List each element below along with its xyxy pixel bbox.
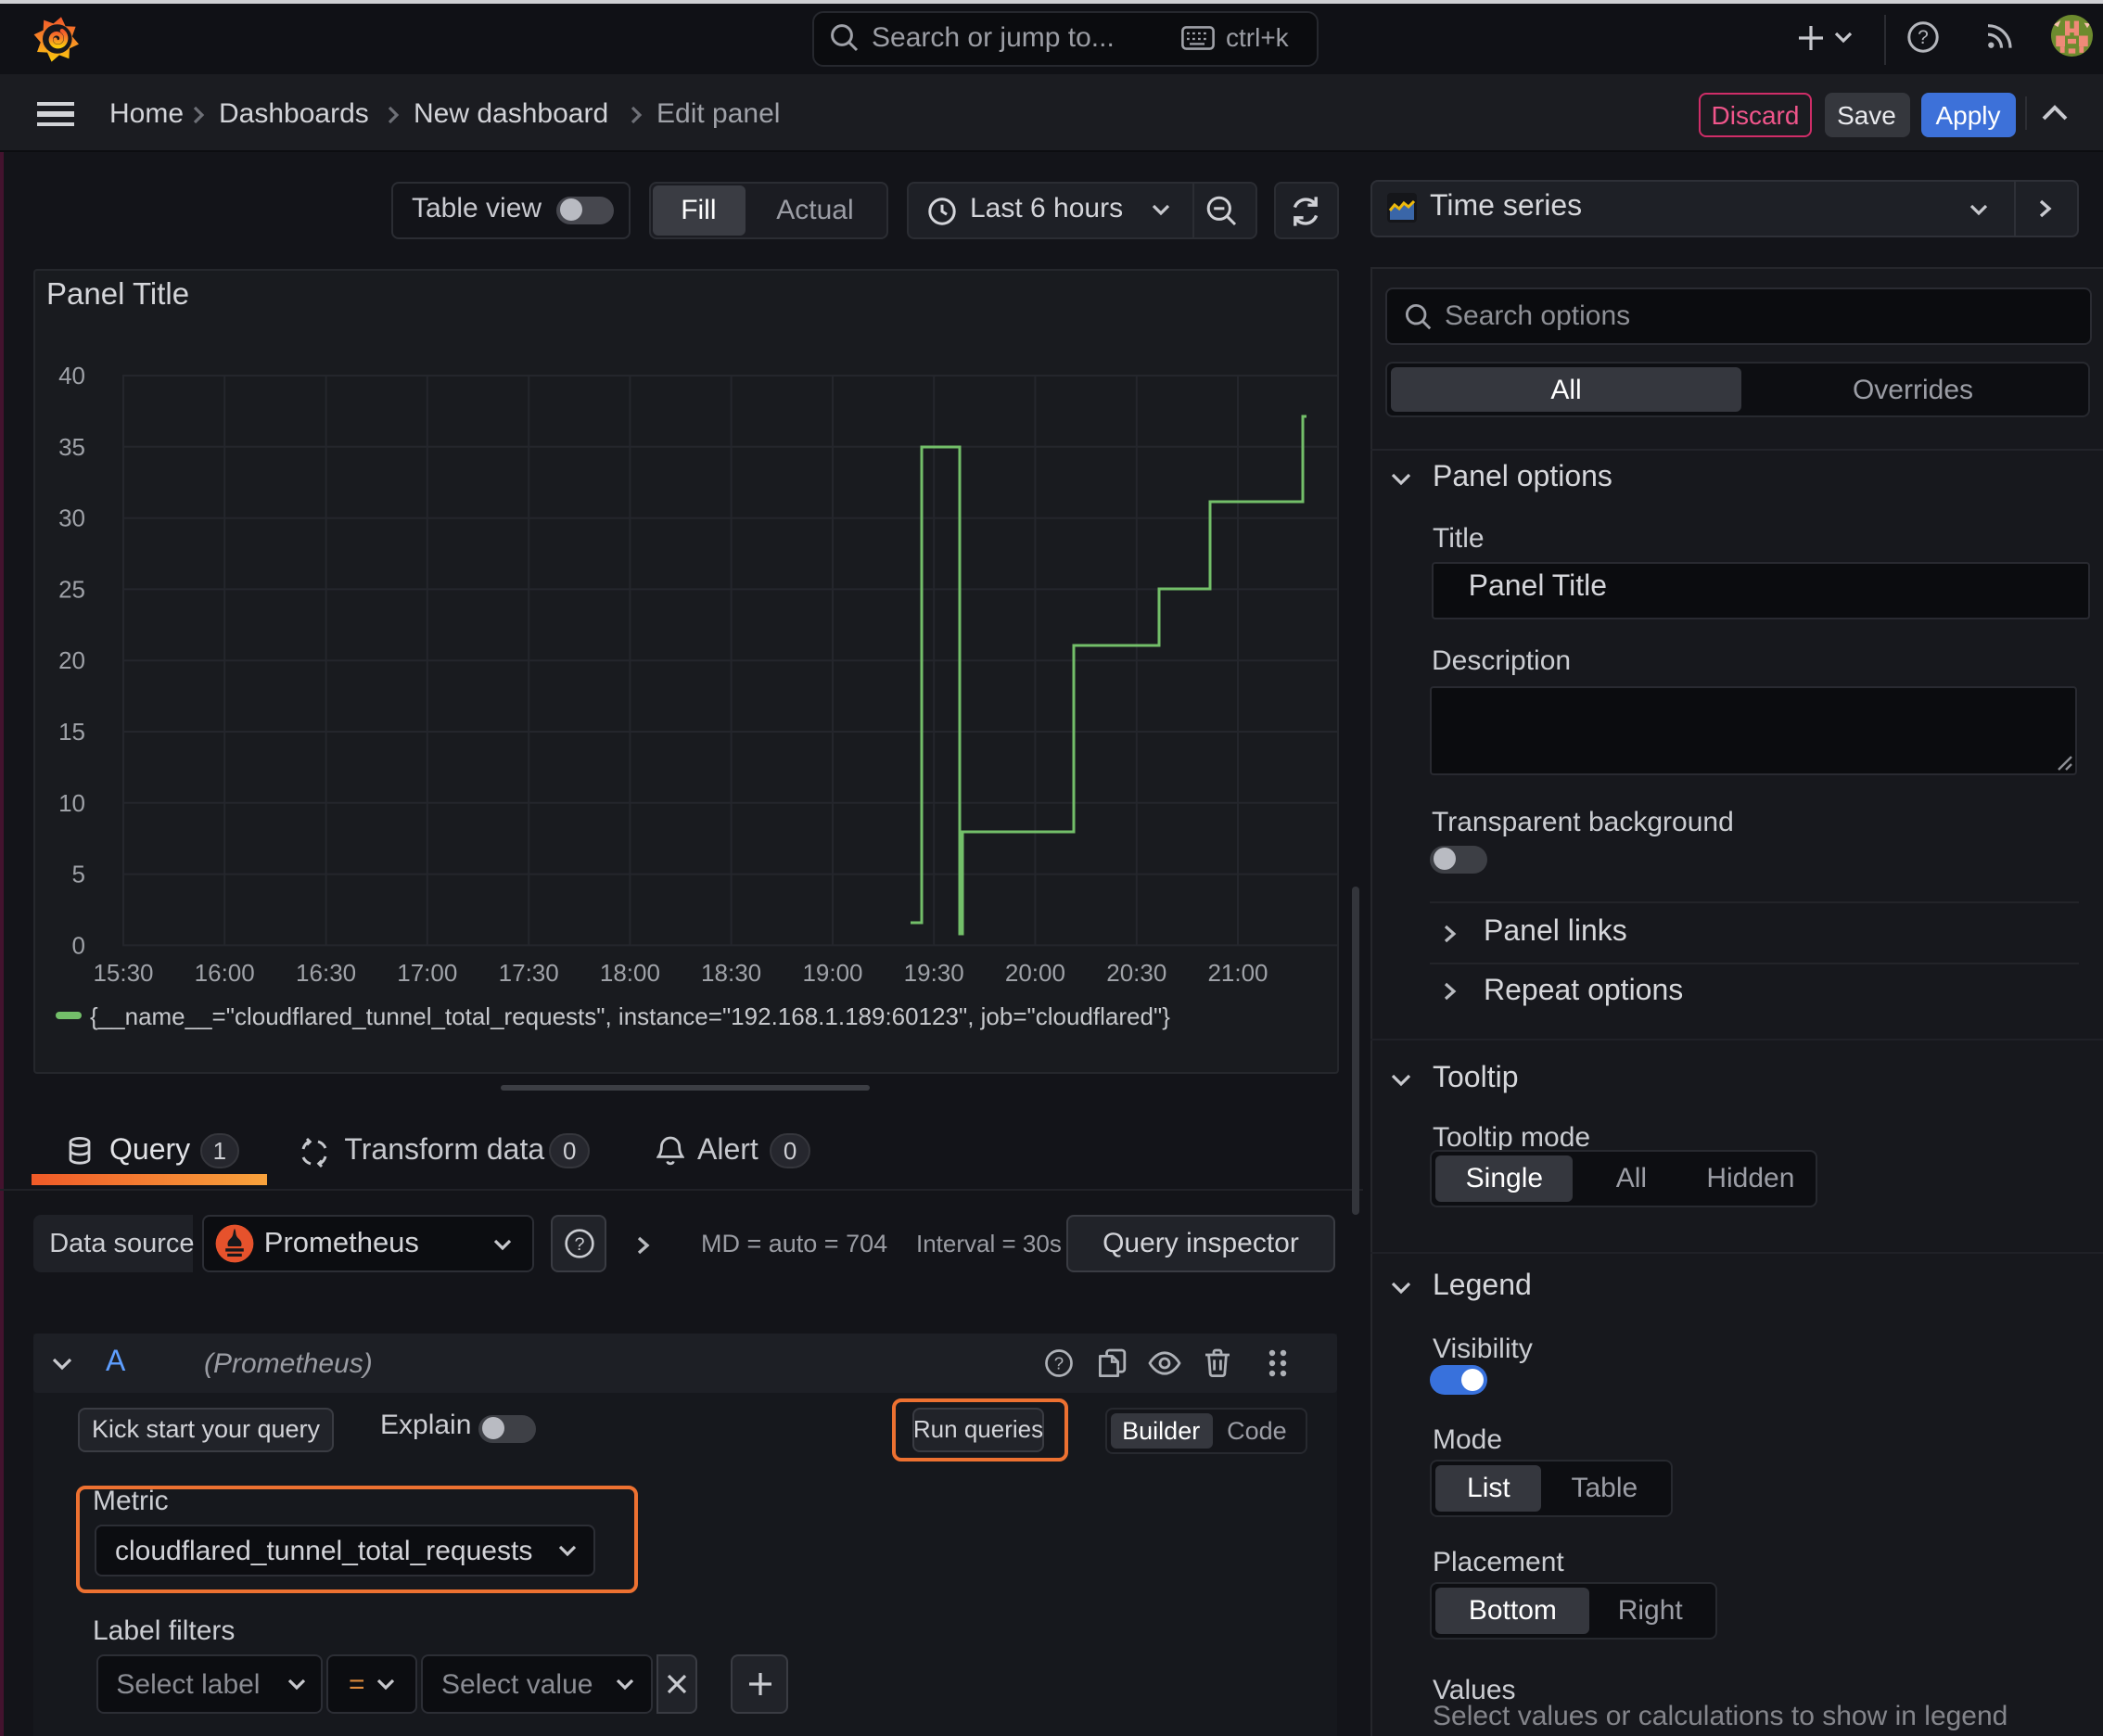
svg-text:?: ? xyxy=(1054,1353,1064,1372)
svg-text:17:30: 17:30 xyxy=(499,958,559,986)
svg-text:18:30: 18:30 xyxy=(701,958,761,986)
svg-text:{__name__="cloudflared_tunnel_: {__name__="cloudflared_tunnel_total_requ… xyxy=(90,1002,1170,1029)
svg-text:25: 25 xyxy=(58,574,85,602)
svg-text:?: ? xyxy=(573,1234,583,1255)
svg-text:0: 0 xyxy=(72,930,85,958)
svg-text:16:30: 16:30 xyxy=(296,958,356,986)
svg-text:5: 5 xyxy=(72,860,85,887)
svg-text:19:30: 19:30 xyxy=(904,958,964,986)
svg-text:40: 40 xyxy=(58,361,85,389)
svg-text:15: 15 xyxy=(58,717,85,745)
svg-text:10: 10 xyxy=(58,788,85,816)
svg-text:16:00: 16:00 xyxy=(195,958,255,986)
svg-text:?: ? xyxy=(1918,27,1929,48)
svg-text:18:00: 18:00 xyxy=(600,958,660,986)
svg-text:35: 35 xyxy=(58,432,85,460)
svg-text:30: 30 xyxy=(58,504,85,531)
svg-text:19:00: 19:00 xyxy=(802,958,862,986)
svg-text:20:00: 20:00 xyxy=(1005,958,1065,986)
svg-text:21:00: 21:00 xyxy=(1207,958,1268,986)
svg-text:17:00: 17:00 xyxy=(397,958,457,986)
svg-text:15:30: 15:30 xyxy=(93,958,153,986)
svg-text:20:30: 20:30 xyxy=(1106,958,1166,986)
svg-text:20: 20 xyxy=(58,645,85,673)
